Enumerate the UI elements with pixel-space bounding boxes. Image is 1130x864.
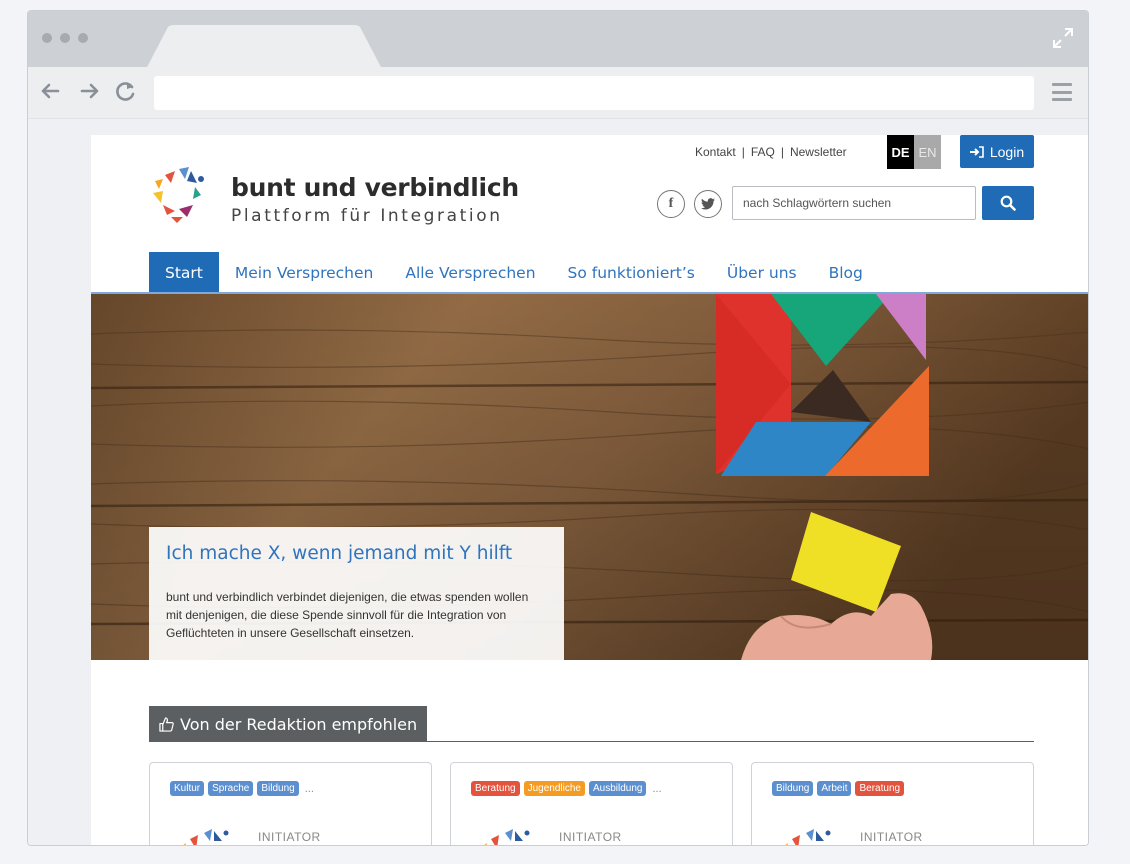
brand-subtitle: Plattform für Integration <box>231 206 503 226</box>
brand-logo-icon[interactable] <box>149 165 205 227</box>
tag-bildung[interactable]: Bildung <box>257 781 299 796</box>
web-page: bunt und verbindlich Plattform für Integ… <box>91 135 1088 845</box>
more-tags-ellipsis: ... <box>304 782 314 795</box>
browser-titlebar <box>28 11 1088 69</box>
facebook-icon[interactable]: f <box>657 190 685 218</box>
promise-card[interactable]: Beratung Jugendliche Ausbildung ... INIT… <box>450 762 733 845</box>
close-dot-icon[interactable] <box>42 33 52 43</box>
tag-sprache[interactable]: Sprache <box>208 781 254 796</box>
search-input[interactable] <box>732 186 976 220</box>
minimize-dot-icon[interactable] <box>60 33 70 43</box>
newsletter-link[interactable]: Newsletter <box>790 145 847 159</box>
kontakt-link[interactable]: Kontakt <box>695 145 736 159</box>
address-bar[interactable] <box>154 76 1034 110</box>
separator: | <box>780 145 784 159</box>
search-button[interactable] <box>982 186 1034 220</box>
login-button[interactable]: Login <box>960 135 1034 168</box>
lang-de-button[interactable]: DE <box>887 135 914 169</box>
nav-start[interactable]: Start <box>149 252 219 293</box>
card-tags: Beratung Jugendliche Ausbildung ... <box>471 781 662 796</box>
initiator-label: INITIATOR <box>860 830 923 844</box>
tag-ausbildung[interactable]: Ausbildung <box>588 781 647 796</box>
sign-in-icon <box>969 145 984 158</box>
twitter-icon[interactable] <box>694 190 722 218</box>
fullscreen-icon[interactable] <box>1052 27 1074 49</box>
browser-toolbar <box>28 67 1088 119</box>
initiator-label: INITIATOR <box>559 830 622 844</box>
promise-card[interactable]: Bildung Arbeit Beratung INITIATOR <box>751 762 1034 845</box>
section-divider <box>149 741 1034 742</box>
tag-beratung[interactable]: Beratung <box>855 781 905 796</box>
forward-arrow-icon[interactable] <box>78 79 102 103</box>
lang-en-button[interactable]: EN <box>914 135 941 169</box>
browser-menu-icon[interactable] <box>1052 83 1072 101</box>
tag-jugendliche[interactable]: Jugendliche <box>523 781 585 796</box>
card-tags: Kultur Sprache Bildung ... <box>170 781 314 796</box>
recommended-heading: Von der Redaktion empfohlen <box>149 706 428 742</box>
card-tags: Bildung Arbeit Beratung <box>772 781 905 796</box>
maximize-dot-icon[interactable] <box>78 33 88 43</box>
tag-beratung[interactable]: Beratung <box>471 781 520 796</box>
tag-arbeit[interactable]: Arbeit <box>817 781 852 796</box>
hero-title: Ich mache X, wenn jemand mit Y hilft <box>166 543 513 564</box>
initiator-label: INITIATOR <box>258 830 321 844</box>
promise-card[interactable]: Kultur Sprache Bildung ... INITIATOR <box>149 762 432 845</box>
thumbs-up-icon <box>159 716 174 732</box>
initiator-logo-icon <box>183 829 229 845</box>
initiator-logo-icon <box>785 829 831 845</box>
faq-link[interactable]: FAQ <box>751 145 775 159</box>
search-icon <box>1000 195 1016 211</box>
nav-alle-versprechen[interactable]: Alle Versprechen <box>389 252 551 293</box>
initiator-logo-icon <box>484 829 530 845</box>
brand-title[interactable]: bunt und verbindlich <box>231 173 519 202</box>
hero-banner: Ich mache X, wenn jemand mit Y hilft bun… <box>91 294 1088 660</box>
main-nav: Start Mein Versprechen Alle Versprechen … <box>149 252 879 293</box>
recommended-label: Von der Redaktion empfohlen <box>180 714 418 734</box>
hero-text: bunt und verbindlich verbindet diejenige… <box>166 590 529 640</box>
more-tags-ellipsis: ... <box>652 782 662 795</box>
nav-ueber-uns[interactable]: Über uns <box>711 252 813 293</box>
twitter-bird-icon <box>701 198 715 210</box>
nav-mein-versprechen[interactable]: Mein Versprechen <box>219 252 389 293</box>
hero-card: Ich mache X, wenn jemand mit Y hilft bun… <box>149 527 564 660</box>
reload-icon[interactable] <box>114 79 138 103</box>
tag-kultur[interactable]: Kultur <box>170 781 205 796</box>
login-label: Login <box>989 143 1025 160</box>
back-arrow-icon[interactable] <box>38 79 62 103</box>
browser-window: bunt und verbindlich Plattform für Integ… <box>27 10 1089 846</box>
browser-tab[interactable] <box>146 25 382 69</box>
nav-blog[interactable]: Blog <box>813 252 879 293</box>
window-controls <box>42 33 88 43</box>
tag-bildung[interactable]: Bildung <box>772 781 814 796</box>
top-links: Kontakt | FAQ | Newsletter <box>695 145 847 159</box>
nav-so-funktionierts[interactable]: So funktioniert’s <box>552 252 711 293</box>
separator: | <box>741 145 745 159</box>
